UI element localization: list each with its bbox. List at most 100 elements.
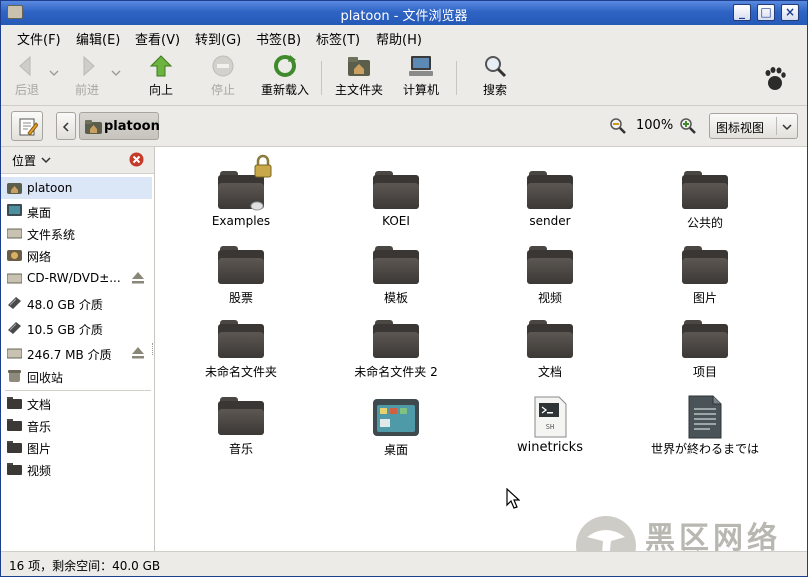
trash-icon <box>8 370 21 382</box>
menu-help[interactable]: 帮助(H) <box>376 29 422 48</box>
forward-button[interactable]: 前进 <box>69 54 105 102</box>
folder-icon <box>373 320 419 358</box>
close-sidebar-icon[interactable] <box>129 152 144 167</box>
eject-icon[interactable] <box>131 346 145 359</box>
file-name: 公共的 <box>686 216 723 230</box>
path-scroll-left-button[interactable] <box>56 112 76 140</box>
sidebar-bookmark-music[interactable]: 音乐 <box>1 414 152 436</box>
file-item[interactable]: 世界が終わるまでは <box>630 394 780 466</box>
zoom-in-icon[interactable] <box>679 117 697 135</box>
sidebar-bookmark-documents[interactable]: 文档 <box>1 392 152 414</box>
home-folder-icon <box>348 57 370 76</box>
sidebar-item-trash[interactable]: 回收站 <box>1 365 152 387</box>
file-item[interactable]: KOEI <box>321 171 471 243</box>
folder-icon <box>7 419 22 431</box>
path-button-platoon[interactable]: platoon <box>79 112 160 140</box>
back-history-chevron-icon[interactable] <box>49 69 59 77</box>
sidebar-item-disk-48gb[interactable]: 48.0 GB 介质 <box>1 292 152 314</box>
file-item[interactable]: 视频 <box>475 246 625 318</box>
file-item[interactable]: 股票 <box>166 246 316 318</box>
computer-icon <box>409 56 433 76</box>
menu-go[interactable]: 转到(G) <box>195 29 241 48</box>
optical-drive-icon <box>7 273 22 284</box>
toggle-location-entry-button[interactable] <box>11 111 43 141</box>
sidebar-type-label[interactable]: 位置 <box>12 152 36 169</box>
folder-icon <box>218 246 264 284</box>
sidebar-header: 位置 <box>1 147 154 174</box>
file-name: 图片 <box>692 291 717 305</box>
shell-script-icon: SH <box>534 396 567 438</box>
file-name: winetricks <box>517 440 583 455</box>
file-item[interactable]: Examples <box>166 154 316 243</box>
sidebar-bookmark-pictures[interactable]: 图片 <box>1 436 152 458</box>
back-button[interactable]: 后退 <box>9 54 45 102</box>
menu-edit[interactable]: 编辑(E) <box>76 29 120 48</box>
file-item[interactable]: 图片 <box>630 246 780 318</box>
folder-icon <box>527 320 573 358</box>
eject-icon[interactable] <box>131 271 145 284</box>
sidebar-item-filesystem[interactable]: 文件系统 <box>1 222 152 244</box>
view-mode-label: 图标视图 <box>716 121 765 135</box>
file-item[interactable]: SH winetricks <box>475 395 625 467</box>
maximize-button[interactable]: □ <box>757 4 775 21</box>
location-bar: platoon 100% 图标视图 <box>1 106 807 147</box>
folder-icon <box>682 171 728 209</box>
file-name: 模板 <box>383 291 408 305</box>
file-name: 音乐 <box>228 442 253 456</box>
close-button[interactable]: × <box>781 4 799 21</box>
reload-button[interactable]: 重新载入 <box>257 54 313 102</box>
file-name: 项目 <box>692 365 717 379</box>
menu-view[interactable]: 查看(V) <box>135 29 180 48</box>
sidebar-bookmark-videos[interactable]: 视频 <box>1 458 152 480</box>
menu-bar: 文件(F) 编辑(E) 查看(V) 转到(G) 书签(B) 标签(T) 帮助(H… <box>1 25 807 49</box>
desktop-folder-icon <box>373 399 419 436</box>
file-name: 未命名文件夹 <box>204 365 277 379</box>
up-button[interactable]: 向上 <box>141 54 181 102</box>
file-item[interactable]: sender <box>475 171 625 243</box>
sidebar-item-disk-10gb[interactable]: 10.5 GB 介质 <box>1 317 152 339</box>
network-icon <box>7 250 22 261</box>
search-button[interactable]: 搜索 <box>473 54 517 102</box>
file-name: 桌面 <box>383 443 408 457</box>
menu-bookmarks[interactable]: 书签(B) <box>256 29 301 48</box>
view-mode-select[interactable]: 图标视图 <box>709 113 798 139</box>
home-folder-button[interactable]: 主文件夹 <box>331 54 387 102</box>
file-item[interactable]: 未命名文件夹 2 <box>321 320 471 392</box>
window-title: platoon - 文件浏览器 <box>340 9 468 24</box>
sidebar-item-desktop[interactable]: 桌面 <box>1 200 152 222</box>
sidebar-item-network[interactable]: 网络 <box>1 244 152 266</box>
file-item[interactable]: 公共的 <box>630 171 780 243</box>
watermark: 黑区网络 www.heiqu.com <box>575 515 807 576</box>
file-item[interactable]: 文档 <box>475 320 625 392</box>
file-browser-window: platoon - 文件浏览器 _ □ × 文件(F) 编辑(E) 查看(V) … <box>0 0 808 577</box>
folder-icon <box>682 320 728 358</box>
file-item[interactable]: 项目 <box>630 320 780 392</box>
stop-button[interactable]: 停止 <box>203 54 243 102</box>
sidebar-item-usb-246mb[interactable]: 246.7 MB 介质 <box>1 342 152 364</box>
disk-icon <box>8 297 21 309</box>
menu-file[interactable]: 文件(F) <box>17 29 61 48</box>
minimize-button[interactable]: _ <box>733 4 751 21</box>
folder-icon <box>7 397 22 409</box>
home-folder-icon <box>85 120 102 134</box>
chevron-down-icon <box>782 124 792 131</box>
file-name: sender <box>529 214 571 228</box>
title-bar[interactable]: platoon - 文件浏览器 _ □ × <box>1 1 807 25</box>
lock-emblem-icon <box>254 154 272 178</box>
file-item[interactable]: 桌面 <box>321 397 471 469</box>
file-item[interactable]: 未命名文件夹 <box>166 320 316 392</box>
sidebar-item-platoon[interactable]: platoon <box>1 177 152 199</box>
file-item[interactable]: 音乐 <box>166 397 316 469</box>
chevron-down-icon[interactable] <box>41 156 51 164</box>
menu-tabs[interactable]: 标签(T) <box>316 29 360 48</box>
zoom-level[interactable]: 100% <box>636 118 673 133</box>
reload-icon <box>274 55 296 77</box>
forward-history-chevron-icon[interactable] <box>111 69 121 77</box>
zoom-out-icon[interactable] <box>609 117 627 135</box>
chevron-left-icon <box>62 122 69 132</box>
icon-view[interactable]: Examples KOEI sender 公共的 股票 模板 视频 图片 未命名… <box>155 147 807 576</box>
file-item[interactable]: 模板 <box>321 246 471 318</box>
sidebar-item-cdrom[interactable]: CD-RW/DVD±... <box>1 267 152 289</box>
computer-button[interactable]: 计算机 <box>397 54 445 102</box>
stop-icon <box>212 55 234 77</box>
